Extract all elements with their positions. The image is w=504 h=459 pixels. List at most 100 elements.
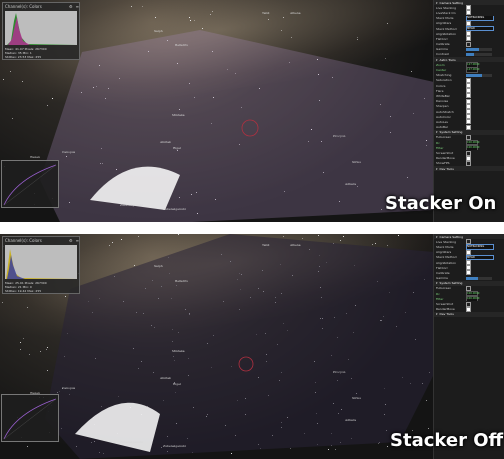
setting-label: AutoColor <box>436 114 451 119</box>
star-label: Rigel <box>173 382 181 386</box>
setting-checkbox[interactable] <box>466 306 471 312</box>
setting-label: ShowFPS <box>436 161 450 166</box>
setting-label: FlatCorr <box>436 265 448 270</box>
stat-line: StdDev: 19.42 Max: 255 <box>5 289 42 293</box>
star-label: Alnitak <box>160 376 171 380</box>
section-title: System Setting <box>439 130 463 135</box>
setting-label: AutoBal <box>436 125 448 130</box>
tone-curve-graph[interactable] <box>2 161 58 207</box>
section-title: System Setting <box>439 281 463 286</box>
setting-label: Calibrate <box>436 42 450 47</box>
setting-label: AlignRotation <box>436 260 457 265</box>
settings-panel: ▾ Camera Setting Live Stacking LiveStack On… <box>433 0 504 222</box>
slider-fill <box>466 52 474 56</box>
menu-icon[interactable]: ≡ <box>76 238 79 243</box>
tone-curve-graph[interactable] <box>2 395 58 441</box>
setting-label: RenderMove <box>436 307 455 312</box>
setting-label: Stack Mode <box>436 16 454 21</box>
star-label: Canopus <box>62 386 76 390</box>
setting-label: Fullscreen <box>436 135 452 140</box>
star-label: Bellatrix <box>175 43 188 47</box>
settings-icon[interactable]: ⚙ <box>69 238 73 243</box>
setting-slider[interactable] <box>466 52 492 56</box>
setting-label: AutoStretch <box>436 109 454 114</box>
star-label: Procyon <box>333 370 346 374</box>
stat-line: StdDev: 23.53 Max: 255 <box>5 55 42 59</box>
setting-slider[interactable] <box>466 47 492 51</box>
setting-slider[interactable] <box>466 276 492 280</box>
setting-checkbox[interactable] <box>466 160 471 166</box>
star-label: Saiph <box>154 29 163 33</box>
setting-label: AutoLev <box>436 119 449 124</box>
setting-value-field[interactable]: 127.0000 <box>466 67 479 73</box>
star-label: Rigel <box>173 146 181 150</box>
setting-label: LiveStack On <box>436 10 456 15</box>
section-title: Astro Tools <box>439 57 456 62</box>
setting-label: Live Stacking <box>436 5 457 10</box>
setting-slider[interactable] <box>466 73 492 77</box>
setting-label: Contrast <box>436 52 449 57</box>
setting-label: Gamma <box>436 276 448 281</box>
collapse-arrow-icon[interactable]: ▾ <box>436 312 438 316</box>
star-label: Sirius <box>352 396 361 400</box>
settings-icon[interactable]: ⚙ <box>69 4 73 9</box>
setting-label: Fullscreen <box>436 286 452 291</box>
collapse-arrow-icon[interactable]: ▾ <box>436 281 438 285</box>
collapse-arrow-icon[interactable]: ▾ <box>436 58 438 62</box>
histogram-magenta-curve <box>8 17 30 45</box>
histogram-graph <box>6 249 77 279</box>
star-label: Wezen <box>30 155 40 159</box>
star-label: Tabit <box>262 11 270 15</box>
histogram-yellow-curve <box>6 249 77 279</box>
tone-curve-diagonal <box>3 164 57 206</box>
setting-label: Stack Method <box>436 255 457 260</box>
setting-checkbox[interactable] <box>466 41 471 47</box>
setting-label: Stack Mode <box>436 244 454 249</box>
collapse-arrow-icon[interactable]: ▾ <box>436 167 438 171</box>
setting-label: Rc <box>436 291 440 296</box>
setting-label: WhiteBal <box>436 93 450 98</box>
caption-label: Stacker Off <box>390 430 504 451</box>
star-label: Zubenelgenubi <box>163 207 186 211</box>
setting-checkbox[interactable] <box>466 270 471 276</box>
star-label: Mintaka <box>172 113 185 117</box>
settings-section-header[interactable]: ▾ Dev Tools <box>434 311 504 317</box>
settings-section-header[interactable]: ▾ Dev Tools <box>434 166 504 172</box>
star-label: Canopus <box>62 150 76 154</box>
star-label: Alhena <box>290 243 301 247</box>
setting-label: Filter <box>436 145 444 150</box>
setting-label: Rc <box>436 140 440 145</box>
setting-label: Center <box>436 68 447 73</box>
setting-label: Zoom <box>436 62 445 67</box>
star-label: Bellatrix <box>175 279 188 283</box>
slider-fill <box>466 47 479 51</box>
histogram-window[interactable]: Channel(s): Colors ⚙ ≡ Mean: 41.07 Pixel… <box>2 2 80 60</box>
star-label: Zubenelgenubi <box>120 440 143 444</box>
tone-curve-window[interactable] <box>1 160 59 208</box>
star-label: Tabit <box>262 243 270 247</box>
histogram-plot <box>5 245 77 279</box>
setting-label: ScreenShot <box>436 302 454 307</box>
setting-label: Gamma <box>436 47 448 52</box>
setting-checkbox[interactable] <box>466 124 471 130</box>
tone-curve-window[interactable] <box>1 394 59 442</box>
collapse-arrow-icon[interactable]: ▾ <box>436 130 438 134</box>
collapse-arrow-icon[interactable]: ▾ <box>436 235 438 239</box>
histogram-stats: Mean: 25.91 Pixels: 267300 Median: 21 Mi… <box>5 281 77 293</box>
slider-fill <box>466 276 478 280</box>
setting-label: Sharpen <box>436 104 449 109</box>
histogram-window[interactable]: Channel(s): Colors ⚙ ≡ Mean: 25.91 Pixel… <box>2 236 80 294</box>
histogram-stats: Mean: 41.07 Pixels: 267300 Median: 35 Mi… <box>5 47 77 59</box>
menu-icon[interactable]: ≡ <box>76 4 79 9</box>
histogram-header: Channel(s): Colors ⚙ ≡ <box>3 3 79 10</box>
setting-label: Denoise <box>436 99 449 104</box>
star-label: Zubenelgenubi <box>163 444 186 448</box>
histogram-plot <box>5 11 77 45</box>
collapse-arrow-icon[interactable]: ▾ <box>436 1 438 5</box>
setting-label: Calibrate <box>436 270 450 275</box>
setting-label: Flare <box>436 88 444 93</box>
star-label: Alhena <box>290 11 301 15</box>
caption-label: Stacker On <box>385 193 497 214</box>
star-label: Adhara <box>345 418 357 422</box>
star-label: Sirius <box>352 160 361 164</box>
